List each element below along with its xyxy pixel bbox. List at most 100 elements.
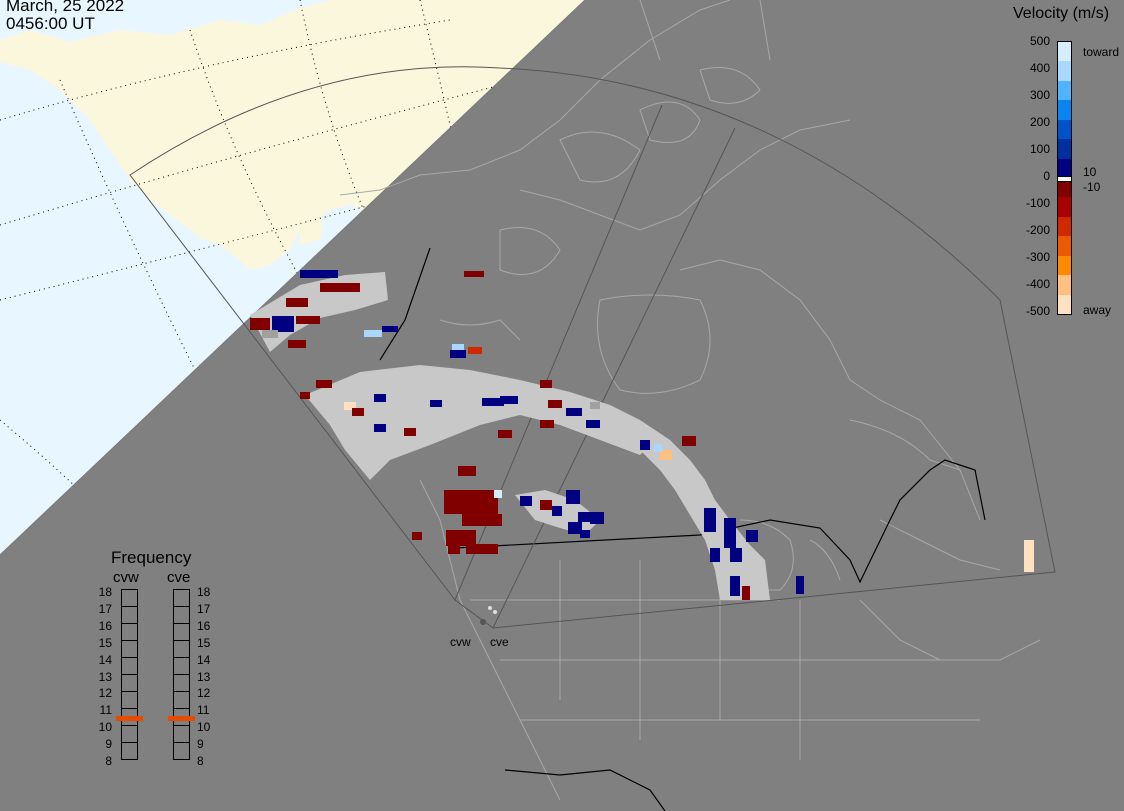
velocity-color-segment	[1058, 294, 1071, 315]
velocity-cell	[500, 396, 518, 404]
velocity-color-segment	[1058, 255, 1071, 276]
daylight-region	[0, 0, 586, 556]
velocity-cell	[464, 271, 484, 277]
map-view[interactable]: { "header": { "date": "March, 25 2022", …	[0, 0, 1124, 811]
velocity-tick-label: -200	[1025, 223, 1050, 237]
velocity-cell	[462, 514, 502, 526]
velocity-color-segment	[1058, 100, 1071, 121]
velocity-cell	[382, 326, 398, 332]
minus-ten-label: -10	[1083, 180, 1101, 194]
velocity-cell	[682, 436, 696, 446]
frequency-tick-label: 11	[197, 703, 210, 718]
velocity-cell	[566, 490, 580, 504]
frequency-marker-cve	[168, 715, 195, 721]
velocity-cell	[430, 400, 442, 407]
frequency-tick-label: 18	[197, 585, 211, 599]
date-label: March, 25 2022	[6, 0, 125, 15]
velocity-cell	[586, 420, 600, 428]
velocity-color-segment	[1058, 216, 1071, 237]
velocity-cell	[730, 576, 740, 596]
velocity-cell	[364, 330, 382, 337]
scatter-patch	[305, 365, 655, 480]
velocity-cell	[296, 316, 320, 324]
velocity-cell	[468, 347, 482, 354]
velocity-color-segment	[1058, 275, 1071, 296]
frequency-tick-label: 8	[197, 754, 204, 768]
velocity-cell	[552, 506, 562, 516]
velocity-cell	[272, 316, 294, 332]
velocity-tick-label: -100	[1025, 196, 1050, 210]
velocity-cell	[250, 318, 270, 330]
political-borders	[379, 247, 986, 811]
radar-cve-label: cve	[167, 569, 191, 586]
velocity-cell	[404, 428, 416, 436]
velocity-cell	[448, 544, 460, 554]
frequency-tick-label: 14	[98, 652, 112, 667]
velocity-cell	[540, 420, 554, 428]
site-label-cvw: cvw	[450, 635, 471, 649]
velocity-cell	[548, 400, 562, 408]
velocity-tick-label: 500	[1029, 34, 1050, 48]
velocity-cell	[352, 408, 364, 416]
velocity-cell	[540, 380, 552, 388]
velocity-cell	[374, 394, 386, 402]
site-label-cve: cve	[490, 635, 509, 649]
velocity-tick-label: 100	[1029, 142, 1050, 156]
frequency-tick-label: 9	[197, 737, 204, 752]
velocity-cell	[710, 548, 720, 562]
frequency-bar-cve	[173, 589, 190, 760]
frequency-title: Frequency	[111, 548, 192, 567]
frequency-tick-label: 10	[197, 720, 211, 735]
frequency-tick-label: 11	[99, 703, 112, 718]
velocity-cell	[568, 522, 582, 534]
velocity-cell	[640, 440, 650, 450]
velocity-cell	[494, 490, 502, 498]
frequency-bar-cvw	[121, 589, 138, 760]
velocity-cell	[654, 444, 662, 452]
velocity-cell	[450, 350, 466, 358]
velocity-tick-label: 200	[1029, 115, 1050, 129]
velocity-cell	[796, 576, 804, 594]
velocity-cell	[300, 392, 310, 399]
frequency-tick-label: 16	[98, 618, 112, 633]
radar-sites	[480, 606, 497, 625]
velocity-cell	[444, 490, 498, 514]
velocity-color-bar	[1057, 41, 1072, 315]
velocity-scale-title: Velocity (m/s)	[1013, 5, 1110, 22]
frequency-marker-cvw	[116, 715, 143, 721]
frequency-tick-label: 13	[197, 669, 211, 684]
frequency-tick-label: 12	[98, 686, 112, 701]
velocity-tick-label: -500	[1025, 304, 1050, 318]
frequency-tick-label: 15	[98, 635, 112, 650]
frequency-tick-label: 14	[197, 652, 211, 667]
frequency-tick-label: 17	[197, 601, 211, 616]
velocity-cell	[724, 518, 736, 548]
radar-cvw-label: cvw	[113, 569, 139, 586]
velocity-cell	[590, 512, 604, 524]
frequency-tick-label: 15	[197, 635, 211, 650]
velocity-cell	[520, 496, 532, 506]
frequency-tick-label: 9	[105, 737, 112, 752]
velocity-cell	[1024, 540, 1034, 572]
velocity-cell	[704, 508, 716, 532]
velocity-cell	[412, 532, 422, 540]
velocity-cell	[566, 408, 582, 416]
velocity-zero-band	[1058, 176, 1071, 182]
velocity-color-segment	[1058, 197, 1071, 218]
frequency-tick-label: 17	[98, 601, 112, 616]
velocity-cell	[374, 424, 386, 432]
velocity-tick-label: 300	[1029, 88, 1050, 102]
velocity-tick-label: -300	[1025, 250, 1050, 264]
velocity-color-segment	[1058, 61, 1071, 82]
radar-velocity-map	[0, 0, 1056, 811]
velocity-cell	[320, 283, 360, 292]
velocity-cell	[498, 430, 512, 438]
away-label: away	[1083, 303, 1112, 317]
velocity-color-segment	[1058, 139, 1071, 160]
velocity-color-segment	[1058, 80, 1071, 101]
velocity-cell	[590, 402, 600, 409]
frequency-tick-label: 16	[197, 618, 211, 633]
frequency-tick-label: 13	[98, 669, 112, 684]
velocity-cell	[316, 380, 332, 388]
velocity-cell	[730, 548, 742, 562]
